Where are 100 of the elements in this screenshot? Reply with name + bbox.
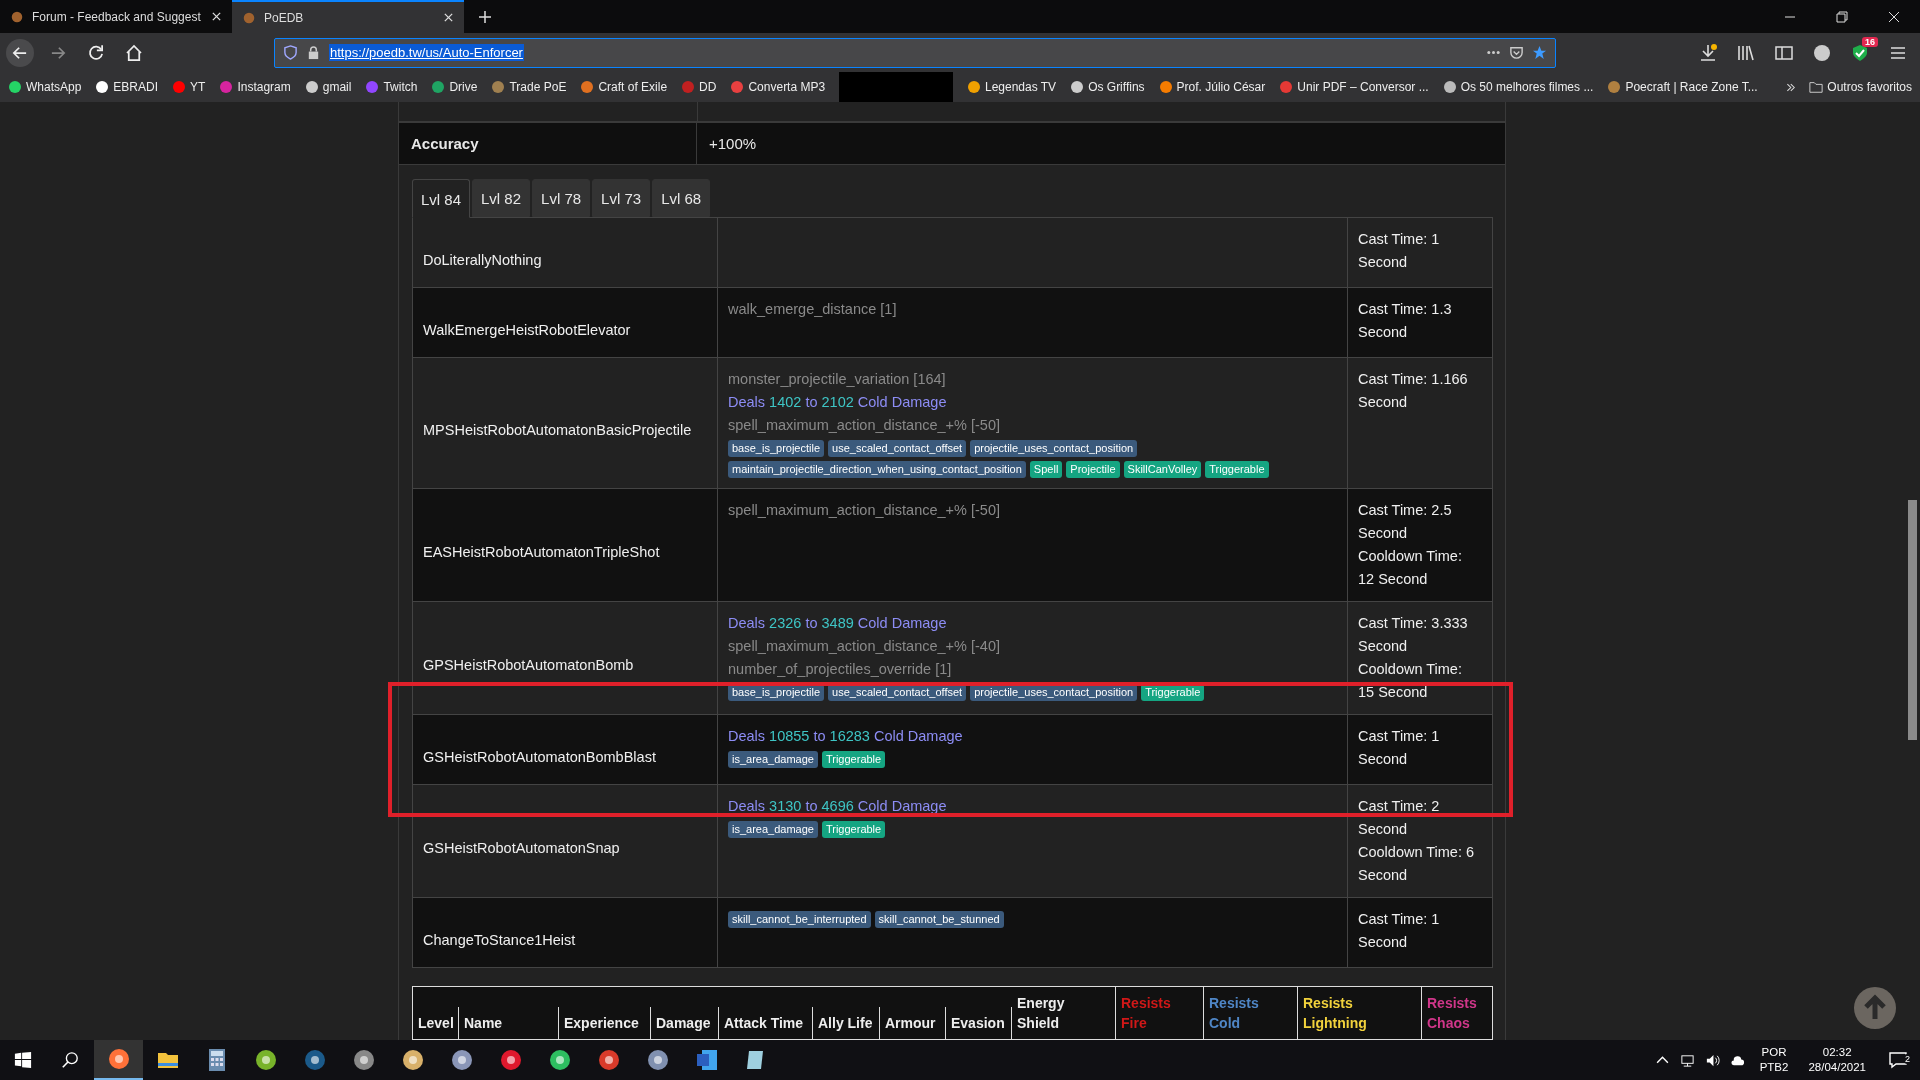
- app-icon: [547, 1048, 572, 1072]
- tag: Triggerable: [821, 821, 886, 838]
- tag: Spell: [1029, 461, 1063, 478]
- bookmark[interactable]: Craft of Exile: [580, 80, 668, 94]
- bookmark[interactable]: Poecraft | Race Zone T...: [1607, 80, 1758, 94]
- app-icon: [645, 1048, 670, 1072]
- level-tab[interactable]: Lvl 68: [652, 179, 711, 217]
- app-icon: [302, 1048, 327, 1072]
- app-icon: [106, 1047, 131, 1071]
- tag: SkillCanVolley: [1123, 461, 1202, 478]
- column-header: Experience: [559, 1007, 651, 1039]
- bookmark[interactable]: EBRADI: [95, 80, 159, 94]
- close-icon[interactable]: [1888, 10, 1900, 23]
- column-header: Energy Shield: [1012, 987, 1116, 1039]
- address-bar[interactable]: https://poedb.tw/us/Auto-Enforcer: [274, 37, 1556, 68]
- new-tab-icon[interactable]: [478, 9, 492, 24]
- level-tab[interactable]: Lvl 78: [532, 179, 591, 217]
- volume-icon[interactable]: [1704, 1052, 1720, 1068]
- taskbar-app[interactable]: [94, 1040, 143, 1080]
- time-text: Cast Time: 2 Second: [1358, 797, 1441, 839]
- time-text: Cast Time: 3.333 Second: [1358, 614, 1469, 656]
- bookmark[interactable]: Os Griffins: [1070, 80, 1145, 94]
- skill-name: GSHeistRobotAutomatonBombBlast: [423, 748, 656, 765]
- column-header: Level: [413, 1007, 459, 1039]
- tag: Triggerable: [1205, 461, 1269, 478]
- account-icon[interactable]: [1812, 42, 1832, 63]
- bookmark[interactable]: Trade PoE: [491, 80, 567, 94]
- damage-text: Deals 10855 to 16283 Cold Damage: [728, 727, 964, 746]
- shield-icon: [283, 45, 298, 60]
- column-header: Ally Life: [813, 1007, 880, 1039]
- app-icon: [253, 1048, 278, 1072]
- network-icon[interactable]: [1679, 1052, 1695, 1068]
- bookmark[interactable]: Unir PDF – Conversor ...: [1279, 80, 1429, 94]
- tag: is_area_damage: [728, 821, 818, 838]
- tag: skill_cannot_be_stunned: [874, 911, 1004, 928]
- stat-text: number_of_projectiles_override [1]: [728, 660, 953, 679]
- lock-icon: [306, 45, 321, 60]
- browser-tab[interactable]: Forum - Feedback and Suggest: [0, 0, 232, 33]
- stat-text: spell_maximum_action_distance_+% [-50]: [728, 416, 1002, 435]
- bookmark[interactable]: Instagram: [219, 80, 291, 94]
- folder-icon: [1809, 80, 1824, 94]
- bookmark[interactable]: Twitch: [365, 80, 418, 94]
- restore-icon[interactable]: [1836, 10, 1848, 23]
- column-header: Resists Chaos: [1426, 994, 1478, 1033]
- column-header: Resists Fire: [1116, 987, 1204, 1039]
- tag: Projectile: [1066, 461, 1120, 478]
- language-indicator[interactable]: POR PTB2: [1759, 1045, 1789, 1075]
- bookmark[interactable]: Converta MP3: [730, 80, 826, 94]
- app-icon: [449, 1048, 474, 1072]
- download-icon[interactable]: [1698, 42, 1718, 63]
- bookmark[interactable]: WhatsApp: [8, 80, 82, 94]
- level-tab[interactable]: Lvl 73: [592, 179, 651, 217]
- star-icon[interactable]: [1532, 45, 1547, 60]
- column-header: Armour: [880, 1007, 946, 1039]
- column-header: Attack Time: [719, 1007, 813, 1039]
- column-header: Name: [459, 1007, 559, 1039]
- app-icon: [498, 1048, 523, 1072]
- time-text: Cast Time: 1.3 Second: [1358, 300, 1453, 342]
- stat-label: Accuracy: [399, 123, 697, 164]
- skill-name: WalkEmergeHeistRobotElevator: [423, 321, 631, 338]
- message-icon: [1888, 1050, 1908, 1070]
- time-text: Cast Time: 2.5 Second: [1358, 501, 1453, 543]
- tab-favicon-icon: [10, 9, 24, 24]
- column-header: Evasion: [946, 1007, 1012, 1039]
- tag: maintain_projectile_direction_when_using_contact_position: [728, 461, 1026, 478]
- time-text: Cooldown Time: 6 Second: [1358, 843, 1476, 885]
- bookmark[interactable]: Drive: [431, 80, 478, 94]
- bookmark[interactable]: DD: [681, 80, 717, 94]
- time-text: Cast Time: 1 Second: [1358, 230, 1441, 272]
- bookmark[interactable]: Prof. Júlio César: [1158, 80, 1266, 94]
- damage-text: Deals 1402 to 2102 Cold Damage: [728, 393, 948, 412]
- bookmark[interactable]: Legendas TV: [966, 80, 1057, 94]
- time-text: Cast Time: 1 Second: [1358, 727, 1441, 769]
- damage-text: Deals 2326 to 3489 Cold Damage: [728, 614, 948, 633]
- column-header: Damage: [651, 1007, 719, 1039]
- pocket-icon[interactable]: [1509, 45, 1524, 60]
- level-tab[interactable]: Lvl 82: [472, 179, 531, 217]
- notification-button[interactable]: 2: [1876, 1050, 1920, 1070]
- skill-name: GPSHeistRobotAutomatonBomb: [423, 657, 634, 673]
- bookmark[interactable]: Os 50 melhores filmes ...: [1442, 80, 1594, 94]
- level-tab[interactable]: Lvl 84: [412, 179, 471, 218]
- bookmark-folder[interactable]: Outros favoritos: [1809, 80, 1912, 94]
- skill-name: GSHeistRobotAutomatonSnap: [423, 840, 620, 856]
- bookmark[interactable]: gmail: [304, 80, 352, 94]
- tag: use_scaled_contact_offset: [828, 440, 967, 457]
- back-to-top-icon[interactable]: [1853, 986, 1897, 1030]
- stat-value: +100%: [708, 134, 758, 154]
- clock[interactable]: 02:32 28/04/2021: [1808, 1045, 1866, 1075]
- app-icon: [351, 1048, 376, 1072]
- app-icon: [400, 1048, 425, 1072]
- app-icon: [596, 1048, 621, 1072]
- stat-text: monster_projectile_variation [164]: [728, 370, 947, 389]
- tab-favicon-icon: [242, 10, 256, 25]
- close-tab-icon[interactable]: [211, 11, 222, 22]
- browser-tab[interactable]: PoEDB: [232, 0, 464, 33]
- tag: is_area_damage: [728, 751, 818, 768]
- bookmark[interactable]: YT: [172, 80, 206, 94]
- time-text: Cast Time: 1.166 Second: [1358, 370, 1469, 412]
- close-tab-icon[interactable]: [443, 12, 454, 23]
- skill-name: DoLiterallyNothing: [423, 251, 542, 268]
